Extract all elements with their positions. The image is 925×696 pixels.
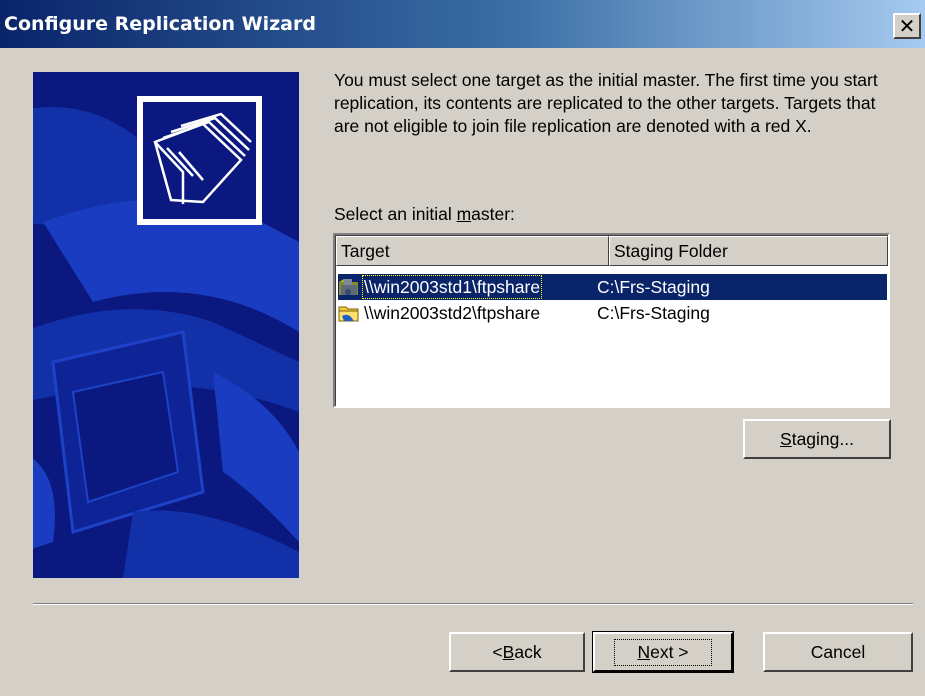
wizard-banner	[33, 72, 299, 578]
list-item-selected[interactable]: \\win2003std1\ftpshare C:\Frs-Staging	[338, 274, 887, 300]
description-text: You must select one target as the initia…	[334, 70, 878, 136]
initial-master-label: Select an initial master:	[334, 204, 515, 224]
target-name: \\win2003std2\ftpshare	[364, 302, 541, 323]
staging-folder: C:\Frs-Staging	[597, 302, 710, 323]
separator	[33, 603, 913, 605]
staging-folder: C:\Frs-Staging	[597, 276, 710, 297]
staging-button[interactable]: Staging...	[743, 419, 891, 459]
target-name: \\win2003std1\ftpshare	[361, 274, 543, 299]
column-header-target[interactable]: Target	[336, 236, 609, 266]
back-button[interactable]: < Back	[449, 632, 585, 672]
banner-artwork	[33, 72, 299, 578]
next-button[interactable]: Next >	[592, 631, 734, 673]
master-share-icon	[339, 279, 358, 295]
list-header: Target Staging Folder	[336, 236, 888, 266]
share-folder-icon	[338, 306, 359, 322]
cancel-button[interactable]: Cancel	[763, 632, 913, 672]
title-bar: Configure Replication Wizard ✕	[0, 0, 925, 48]
list-item[interactable]: \\win2003std2\ftpshare C:\Frs-Staging	[338, 300, 887, 326]
targets-list[interactable]: Target Staging Folder \\win2003std1\ftps…	[333, 233, 890, 408]
column-header-staging-folder[interactable]: Staging Folder	[609, 236, 888, 266]
close-icon: ✕	[898, 14, 916, 38]
window-title: Configure Replication Wizard	[4, 13, 316, 35]
close-button[interactable]: ✕	[893, 13, 921, 39]
